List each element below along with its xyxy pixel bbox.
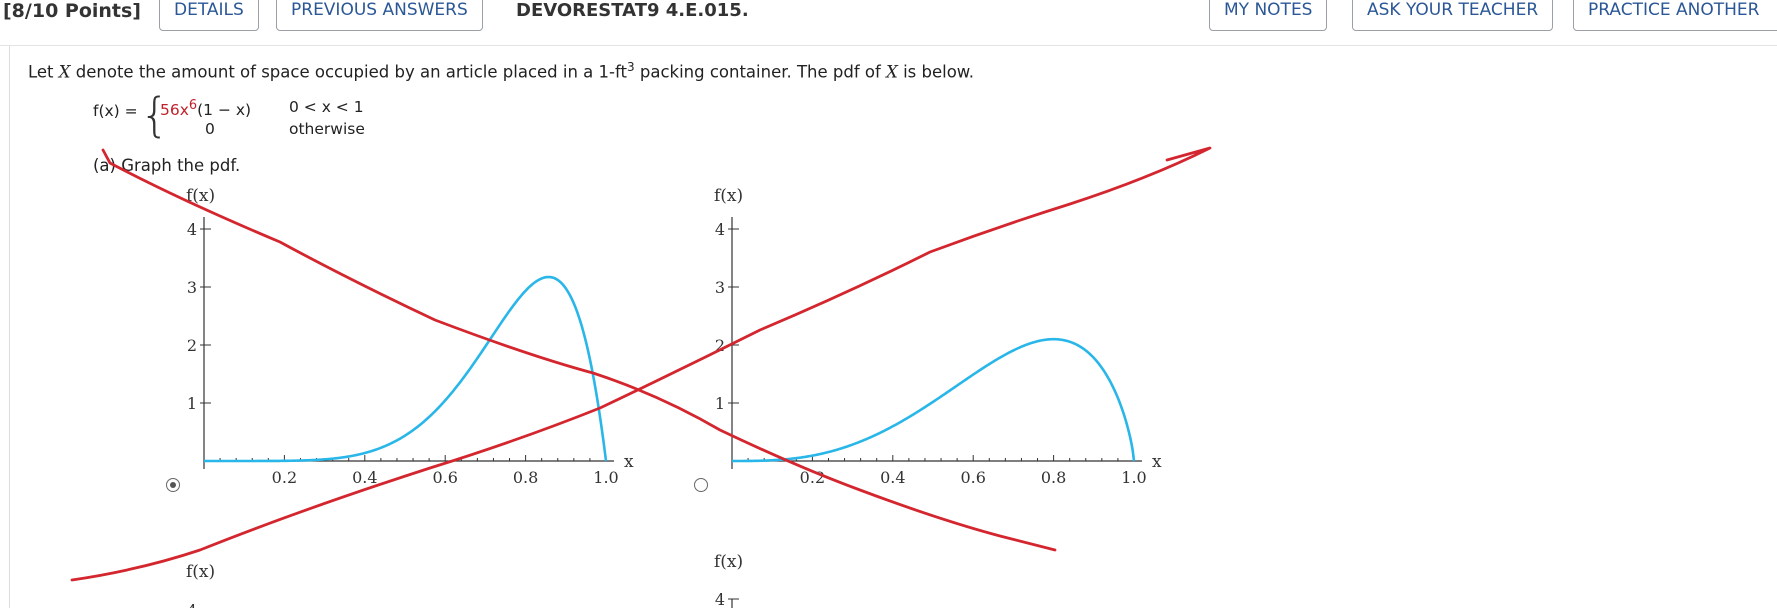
y-tick-label: 2 — [187, 336, 197, 355]
y-axis-label: f(x) — [714, 186, 743, 206]
y-tick-label: 3 — [715, 278, 725, 297]
y-tick-label: 1 — [715, 394, 725, 413]
lower-y-axis-label: f(x) — [186, 562, 215, 582]
y-tick-label: 3 — [187, 278, 197, 297]
lower-y-tick-label: 4 — [715, 590, 725, 608]
x-tick-label: 0.4 — [352, 468, 377, 487]
x-axis-label: x — [1152, 452, 1162, 472]
annotation-stroke — [101, 148, 1057, 552]
x-tick-label: 0.6 — [960, 468, 985, 487]
x-tick-label: 0.2 — [272, 468, 297, 487]
x-tick-label: 0.6 — [432, 468, 457, 487]
pdf-curve — [732, 337, 1136, 463]
graph-options: 0.2 0.4 0.6 0.8 1.01234f(x)x 0.2 0.4 0.6 0.8 1.0… — [70, 146, 1212, 608]
lower-y-tick-label: 4 — [187, 601, 197, 608]
annotation-stroke — [70, 146, 1212, 582]
y-tick-label: 4 — [715, 220, 725, 239]
y-tick-label: 4 — [187, 220, 197, 239]
graph-option-2: 0.2 0.4 0.6 0.8 1.01234f(x)x — [714, 186, 1162, 487]
x-axis-label: x — [624, 452, 634, 472]
x-tick-label: 0.8 — [513, 468, 538, 487]
x-tick-label: 0.4 — [880, 468, 905, 487]
lower-graph-options: f(x) 4 f(x) 4 — [186, 552, 743, 608]
x-tick-label: 0.8 — [1041, 468, 1066, 487]
x-tick-label: 1.0 — [1121, 468, 1146, 487]
y-tick-label: 1 — [187, 394, 197, 413]
x-tick-label: 1.0 — [593, 468, 618, 487]
lower-y-axis-label: f(x) — [714, 552, 743, 572]
handwritten-annotation — [70, 146, 1212, 582]
